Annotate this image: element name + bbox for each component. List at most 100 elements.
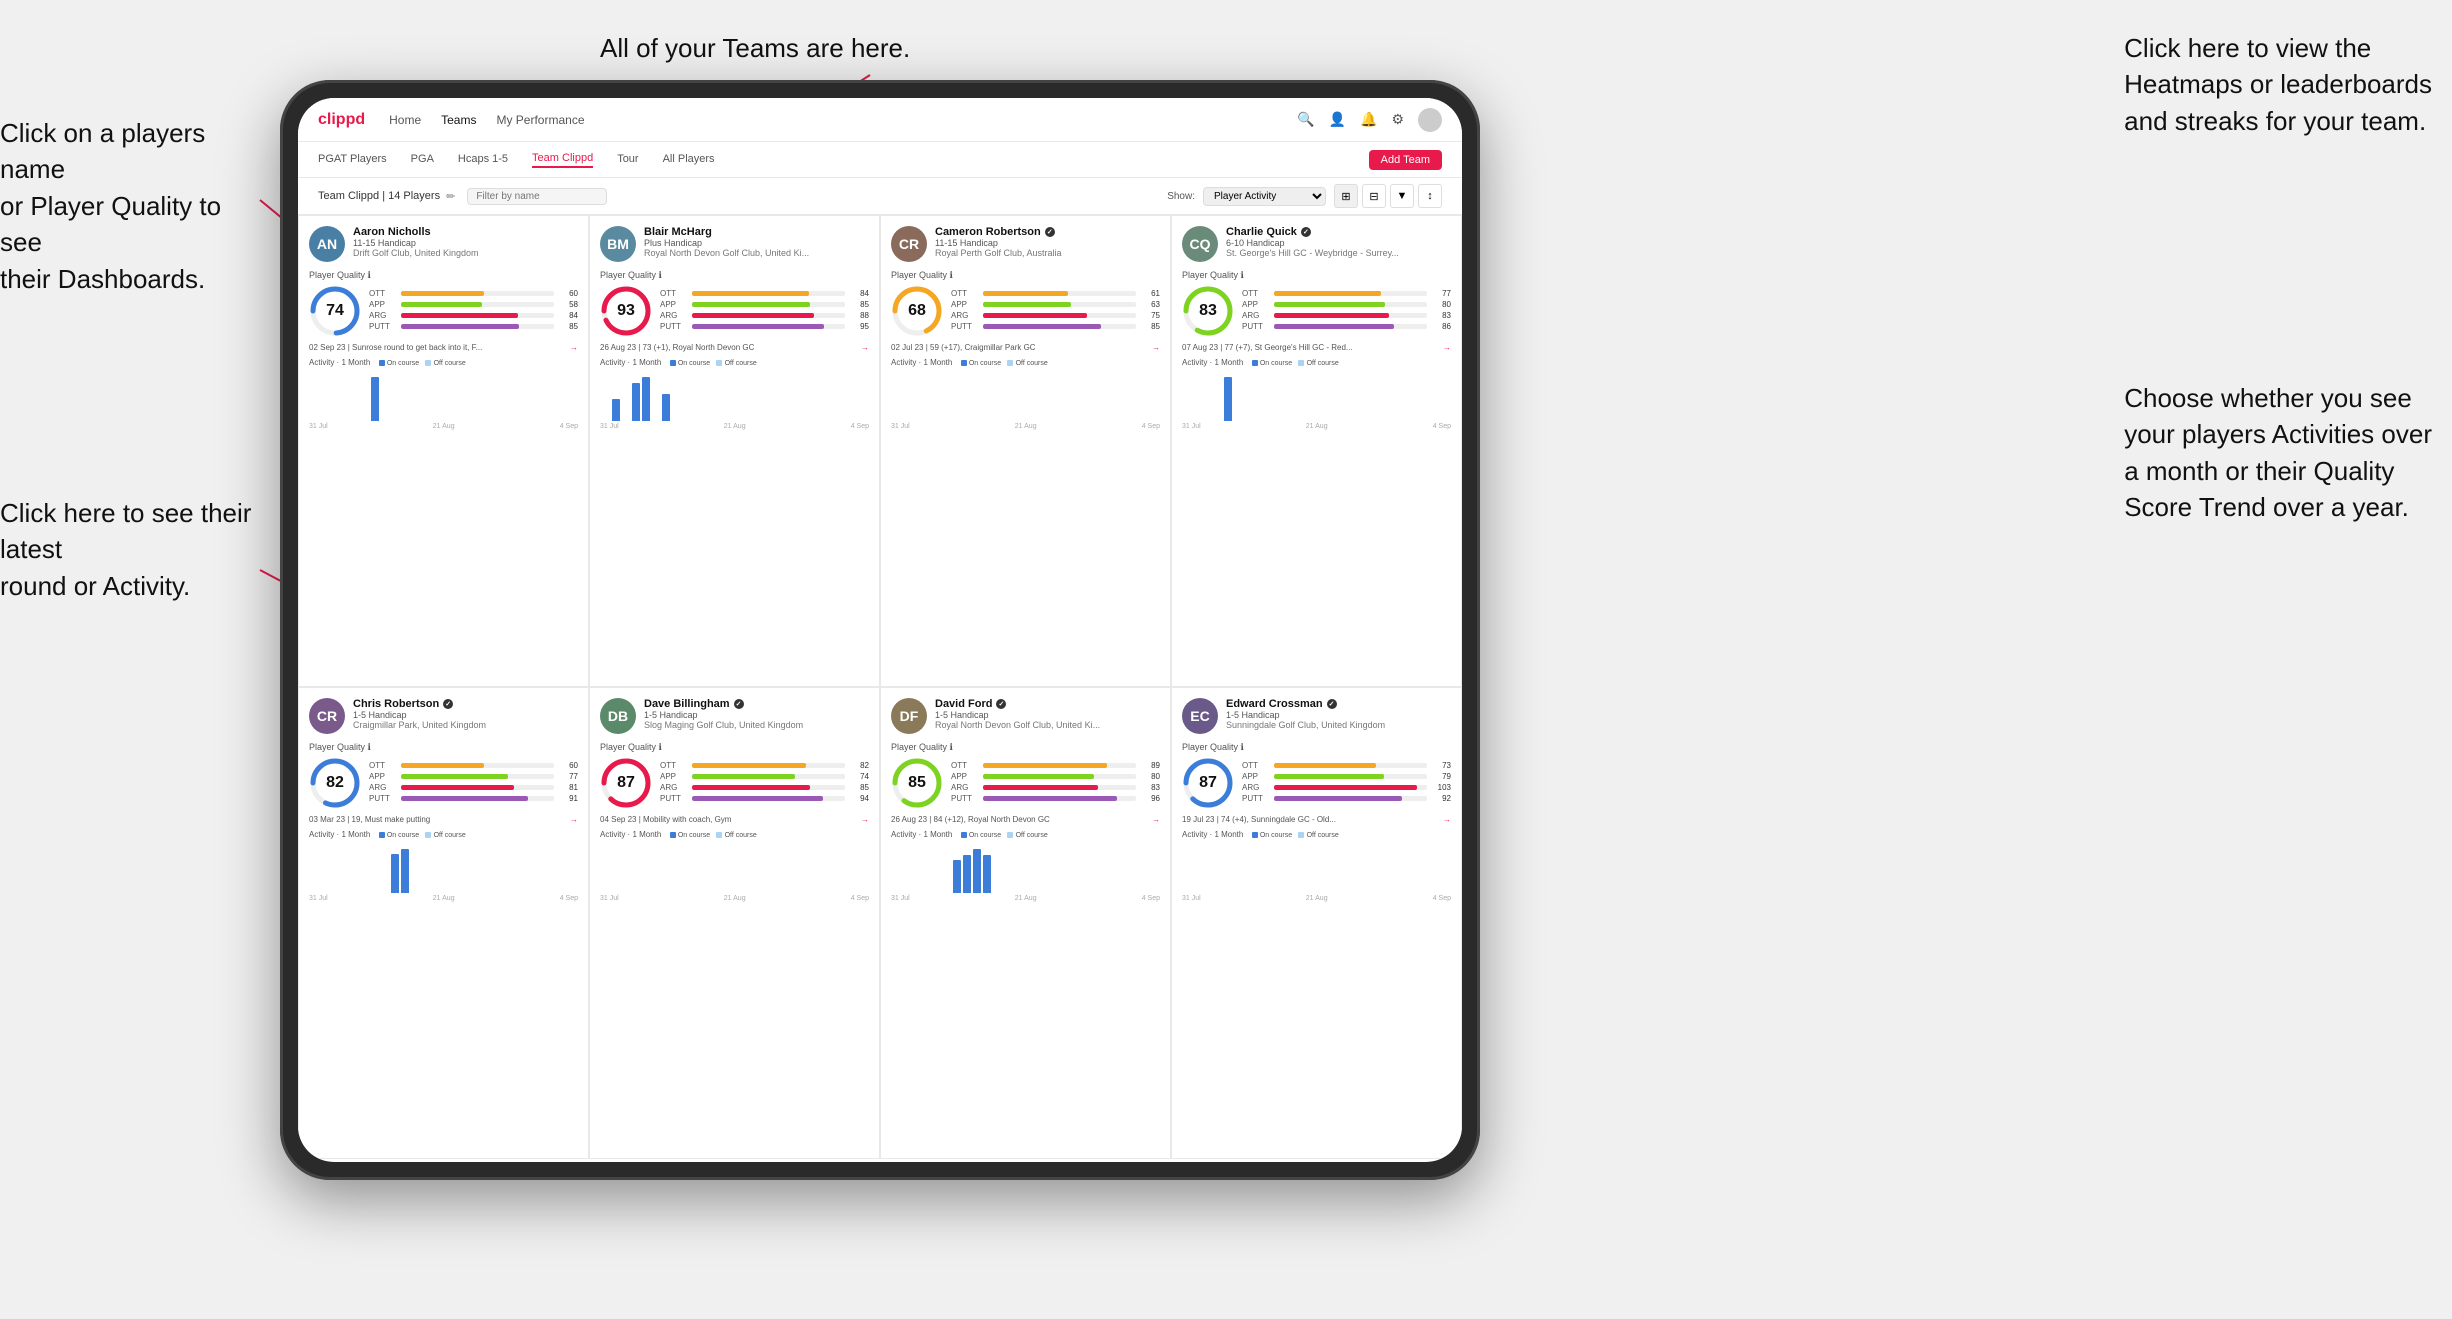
nav-performance[interactable]: My Performance	[496, 113, 584, 127]
legend-off: Off course	[1298, 830, 1338, 839]
player-info: Charlie Quick ✓ 6-10 Handicap St. George…	[1226, 226, 1451, 258]
subnav-pgat[interactable]: PGAT Players	[318, 153, 387, 167]
stat-label-ott: OTT	[951, 761, 979, 770]
quality-circle[interactable]: 82	[309, 757, 361, 809]
latest-round[interactable]: 04 Sep 23 | Mobility with coach, Gym →	[600, 815, 869, 824]
latest-round[interactable]: 07 Aug 23 | 77 (+7), St George's Hill GC…	[1182, 343, 1451, 352]
player-card[interactable]: EC Edward Crossman ✓ 1-5 Handicap Sunnin…	[1171, 687, 1462, 1159]
player-card[interactable]: DF David Ford ✓ 1-5 Handicap Royal North…	[880, 687, 1171, 1159]
chart-axis: 31 Jul 21 Aug 4 Sep	[891, 895, 1160, 902]
quality-circle[interactable]: 87	[1182, 757, 1234, 809]
nav-home[interactable]: Home	[389, 113, 421, 127]
latest-round-arrow[interactable]: →	[1443, 815, 1451, 824]
latest-round[interactable]: 26 Aug 23 | 73 (+1), Royal North Devon G…	[600, 343, 869, 352]
subnav-pga[interactable]: PGA	[411, 153, 434, 167]
stat-label-arg: ARG	[951, 783, 979, 792]
subnav-hcaps[interactable]: Hcaps 1-5	[458, 153, 508, 167]
search-icon[interactable]: 🔍	[1297, 111, 1314, 128]
stat-row-arg: ARG 83	[1242, 311, 1451, 320]
stat-bar-fill-ott	[1274, 291, 1381, 296]
latest-round-arrow[interactable]: →	[1152, 343, 1160, 352]
subnav-team-clippd[interactable]: Team Clippd	[532, 152, 593, 168]
latest-round-arrow[interactable]: →	[861, 343, 869, 352]
profile-icon[interactable]: 👤	[1329, 111, 1346, 128]
player-name[interactable]: Dave Billingham ✓	[644, 698, 869, 710]
nav-teams[interactable]: Teams	[441, 113, 476, 127]
player-card[interactable]: DB Dave Billingham ✓ 1-5 Handicap Slog M…	[589, 687, 880, 1159]
latest-round-arrow[interactable]: →	[570, 815, 578, 824]
show-select[interactable]: Player Activity Quality Score Trend	[1203, 187, 1326, 206]
stat-label-arg: ARG	[369, 311, 397, 320]
latest-round[interactable]: 02 Jul 23 | 59 (+17), Craigmillar Park G…	[891, 343, 1160, 352]
activity-chart	[891, 843, 1160, 893]
player-handicap: 1-5 Handicap	[935, 710, 1160, 720]
chart-bar	[391, 854, 399, 893]
player-card[interactable]: CQ Charlie Quick ✓ 6-10 Handicap St. Geo…	[1171, 215, 1462, 687]
player-name[interactable]: Chris Robertson ✓	[353, 698, 578, 710]
quality-circle[interactable]: 74	[309, 285, 361, 337]
stat-bar-bg-putt	[401, 324, 554, 329]
player-name[interactable]: Blair McHarg	[644, 226, 869, 238]
axis-31jul: 31 Jul	[309, 423, 328, 430]
chart-axis: 31 Jul 21 Aug 4 Sep	[309, 423, 578, 430]
legend-off-label: Off course	[434, 360, 466, 367]
stat-bar-fill-arg	[692, 785, 810, 790]
player-name[interactable]: David Ford ✓	[935, 698, 1160, 710]
player-avatar: DF	[891, 698, 927, 734]
ipad-frame: clippd Home Teams My Performance 🔍 👤 🔔 ⚙…	[280, 80, 1480, 1180]
legend-off: Off course	[716, 830, 756, 839]
player-name[interactable]: Edward Crossman ✓	[1226, 698, 1451, 710]
add-team-button[interactable]: Add Team	[1369, 150, 1442, 170]
player-card[interactable]: CR Chris Robertson ✓ 1-5 Handicap Craigm…	[298, 687, 589, 1159]
stat-bar-bg-arg	[1274, 785, 1427, 790]
stat-bar-fill-putt	[983, 324, 1101, 329]
subnav-all-players[interactable]: All Players	[663, 153, 715, 167]
filter-button[interactable]: ▼	[1390, 184, 1414, 208]
player-card[interactable]: CR Cameron Robertson ✓ 11-15 Handicap Ro…	[880, 215, 1171, 687]
quality-circle[interactable]: 83	[1182, 285, 1234, 337]
stat-bar-bg-app	[692, 774, 845, 779]
grid-view-button[interactable]: ⊞	[1334, 184, 1358, 208]
player-card[interactable]: BM Blair McHarg Plus Handicap Royal Nort…	[589, 215, 880, 687]
quality-circle[interactable]: 93	[600, 285, 652, 337]
search-input[interactable]	[467, 188, 607, 205]
latest-round[interactable]: 02 Sep 23 | Sunrose round to get back in…	[309, 343, 578, 352]
quality-circle[interactable]: 87	[600, 757, 652, 809]
stat-bar-bg-ott	[692, 291, 845, 296]
stat-row-app: APP 79	[1242, 772, 1451, 781]
player-handicap: 1-5 Handicap	[353, 710, 578, 720]
stat-label-arg: ARG	[369, 783, 397, 792]
legend-off: Off course	[425, 830, 465, 839]
latest-round-arrow[interactable]: →	[861, 815, 869, 824]
latest-round[interactable]: 19 Jul 23 | 74 (+4), Sunningdale GC - Ol…	[1182, 815, 1451, 824]
player-header: CR Cameron Robertson ✓ 11-15 Handicap Ro…	[891, 226, 1160, 262]
avatar[interactable]	[1418, 108, 1442, 132]
subnav-tour[interactable]: Tour	[617, 153, 638, 167]
edit-icon[interactable]: ✏	[446, 190, 455, 203]
show-label: Show:	[1167, 191, 1195, 202]
verified-badge: ✓	[734, 699, 744, 709]
bell-icon[interactable]: 🔔	[1360, 111, 1377, 128]
latest-round-arrow[interactable]: →	[1443, 343, 1451, 352]
latest-round[interactable]: 26 Aug 23 | 84 (+12), Royal North Devon …	[891, 815, 1160, 824]
quality-circle[interactable]: 68	[891, 285, 943, 337]
stat-row-arg: ARG 81	[369, 783, 578, 792]
settings-icon[interactable]: ⚙	[1391, 111, 1404, 128]
stat-value-putt: 96	[1140, 794, 1160, 803]
quality-circle[interactable]: 85	[891, 757, 943, 809]
stat-bar-fill-app	[983, 774, 1094, 779]
list-view-button[interactable]: ⊟	[1362, 184, 1386, 208]
player-name[interactable]: Cameron Robertson ✓	[935, 226, 1160, 238]
latest-round-arrow[interactable]: →	[1152, 815, 1160, 824]
stat-label-app: APP	[369, 300, 397, 309]
stat-bar-fill-arg	[983, 785, 1098, 790]
stat-value-ott: 84	[849, 289, 869, 298]
activity-header: Activity · 1 Month On course Off course	[309, 358, 578, 367]
latest-round-arrow[interactable]: →	[570, 343, 578, 352]
player-card[interactable]: AN Aaron Nicholls 11-15 Handicap Drift G…	[298, 215, 589, 687]
sort-button[interactable]: ↕	[1418, 184, 1442, 208]
player-name[interactable]: Aaron Nicholls	[353, 226, 578, 238]
player-name[interactable]: Charlie Quick ✓	[1226, 226, 1451, 238]
player-avatar: DB	[600, 698, 636, 734]
latest-round[interactable]: 03 Mar 23 | 19, Must make putting →	[309, 815, 578, 824]
